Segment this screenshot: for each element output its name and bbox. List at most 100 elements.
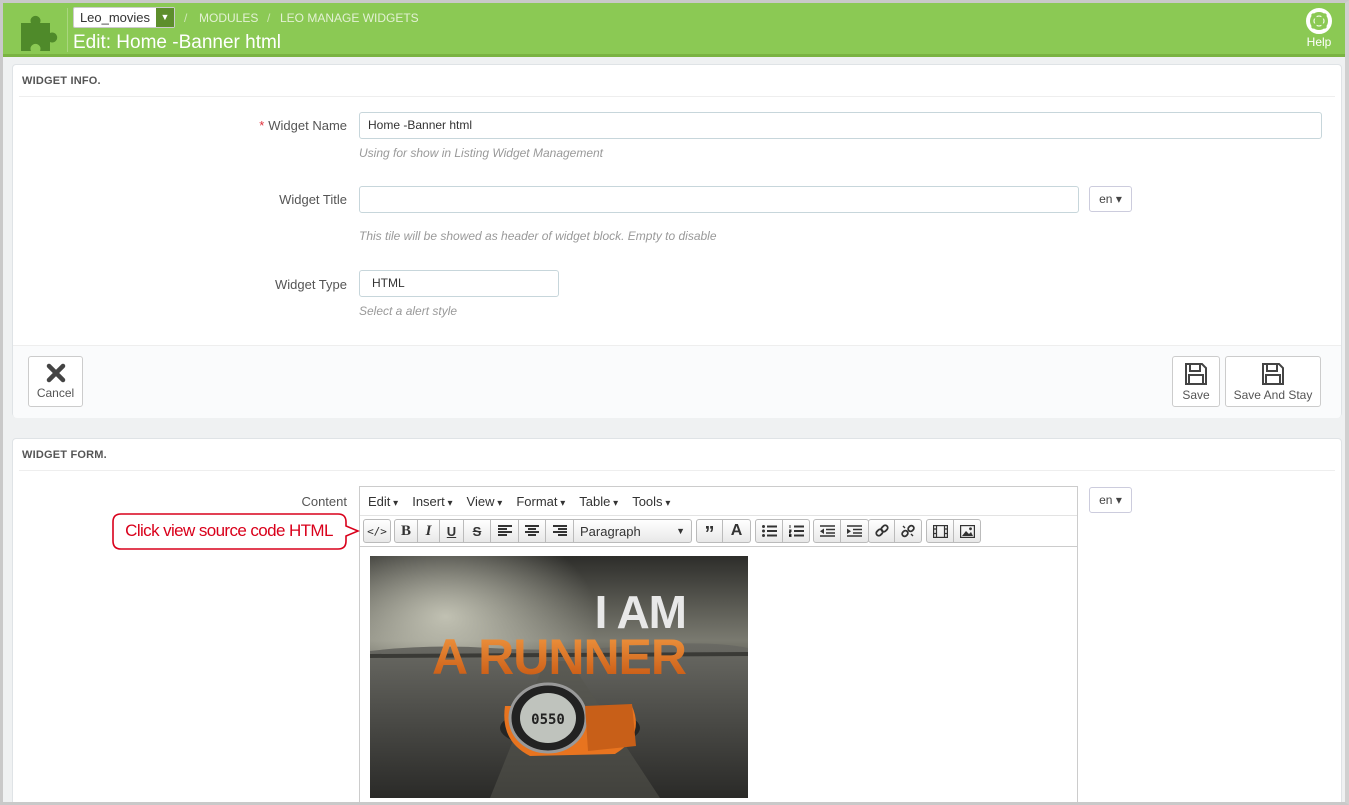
image-icon <box>959 524 975 538</box>
italic-icon: I <box>425 522 432 539</box>
text-color-button[interactable]: A <box>723 519 751 543</box>
widget-type-label: Widget Type <box>274 277 347 292</box>
cancel-button[interactable]: Cancel <box>28 356 83 407</box>
floppy-disk-icon <box>1262 363 1284 385</box>
content-label: Content <box>301 494 347 509</box>
bullet-list-icon <box>761 525 777 537</box>
panel-divider <box>19 470 1335 471</box>
page-title: Edit: Home -Banner html <box>73 32 282 53</box>
widget-title-label: Widget Title <box>279 192 347 207</box>
align-left-icon <box>497 525 512 536</box>
runner-banner-image: I AM A RUNNER 0550 <box>370 556 748 798</box>
shop-selector[interactable]: Leo_movies ▼ <box>73 7 175 28</box>
puzzle-piece-icon <box>21 15 58 51</box>
menu-edit[interactable]: Edit <box>368 494 398 509</box>
outdent-button[interactable] <box>813 519 841 543</box>
editor-toolbar: </> B I U S Paragraph ▼ ” A <box>360 516 1077 547</box>
widget-type-select[interactable]: HTML <box>359 270 559 297</box>
format-select[interactable]: Paragraph ▼ <box>574 519 692 543</box>
widget-form-panel: WIDGET FORM. Content en ▾ Edit Insert Vi… <box>12 438 1342 805</box>
shop-selector-label: Leo_movies <box>79 10 151 25</box>
align-center-icon <box>525 525 539 536</box>
italic-button[interactable]: I <box>418 519 440 543</box>
save-label: Save <box>1182 388 1210 402</box>
content-language-dropdown[interactable]: en ▾ <box>1089 487 1132 513</box>
save-button[interactable]: Save <box>1172 356 1220 407</box>
insert-image-button[interactable] <box>954 519 981 543</box>
unlink-button[interactable] <box>895 519 922 543</box>
close-icon <box>46 363 65 383</box>
menu-view[interactable]: View <box>467 494 503 509</box>
floppy-disk-icon <box>1185 363 1207 385</box>
breadcrumb-modules[interactable]: MODULES <box>199 11 258 25</box>
menu-table[interactable]: Table <box>579 494 618 509</box>
caret-down-icon: ▼ <box>156 8 174 27</box>
lifebuoy-icon <box>1306 8 1332 34</box>
editor-content-area[interactable]: I AM A RUNNER 0550 <box>360 548 1077 805</box>
caret-down-icon: ▾ <box>1115 192 1122 206</box>
bold-icon: B <box>400 522 411 539</box>
widget-info-panel: WIDGET INFO. * Widget Name Home -Banner h… <box>12 64 1342 418</box>
align-right-button[interactable] <box>546 519 574 543</box>
breadcrumb-leo-manage-widgets[interactable]: LEO MANAGE WIDGETS <box>280 11 419 25</box>
film-icon <box>932 524 948 538</box>
menu-tools[interactable]: Tools <box>632 494 670 509</box>
editor-menubar: Edit Insert View Format Table Tools <box>360 487 1077 516</box>
bold-button[interactable]: B <box>394 519 418 543</box>
title-language-dropdown[interactable]: en ▾ <box>1089 186 1132 212</box>
help-button[interactable]: Help <box>1303 8 1335 49</box>
title-language-label: en <box>1099 192 1113 206</box>
align-left-button[interactable] <box>491 519 519 543</box>
align-center-button[interactable] <box>519 519 546 543</box>
callout-text: Click view source code HTML <box>125 521 333 540</box>
source-code-icon: </> <box>367 524 387 538</box>
underline-button[interactable]: U <box>440 519 464 543</box>
help-label: Help <box>1306 35 1332 49</box>
numbered-list-button[interactable] <box>783 519 810 543</box>
save-and-stay-label: Save And Stay <box>1233 388 1313 402</box>
required-mark: * <box>259 118 265 133</box>
insert-video-button[interactable] <box>926 519 954 543</box>
bullet-list-button[interactable] <box>755 519 783 543</box>
banner-text-line2: A RUNNER <box>432 629 687 685</box>
caret-down-icon: ▼ <box>676 526 685 536</box>
save-and-stay-button[interactable]: Save And Stay <box>1225 356 1321 407</box>
source-code-callout: Click view source code HTML <box>112 513 360 550</box>
widget-name-input[interactable]: Home -Banner html <box>359 112 1322 139</box>
link-icon <box>874 524 889 537</box>
breadcrumb-separator: / <box>267 11 271 25</box>
widget-info-footer: Cancel Save Save And Stay <box>13 345 1341 418</box>
watch-display: 0550 <box>531 712 565 728</box>
menu-insert[interactable]: Insert <box>412 494 452 509</box>
content-language-label: en <box>1099 493 1113 507</box>
strikethrough-button[interactable]: S <box>464 519 491 543</box>
widget-name-label: * Widget Name <box>259 118 347 133</box>
widget-info-heading: WIDGET INFO. <box>22 75 101 87</box>
underline-icon: U <box>446 523 457 539</box>
widget-title-input[interactable] <box>359 186 1079 213</box>
strikethrough-icon: S <box>472 523 482 539</box>
cancel-label: Cancel <box>36 386 75 400</box>
outdent-icon <box>819 525 835 537</box>
menu-format[interactable]: Format <box>516 494 565 509</box>
caret-down-icon: ▾ <box>1115 493 1122 507</box>
rich-text-editor: Edit Insert View Format Table Tools </> … <box>359 486 1078 805</box>
align-right-icon <box>552 525 567 536</box>
insert-link-button[interactable] <box>868 519 895 543</box>
header-separator <box>67 8 68 52</box>
quote-icon: ” <box>704 523 715 545</box>
widget-name-help: Using for show in Listing Widget Managem… <box>359 146 604 160</box>
blockquote-button[interactable]: ” <box>696 519 723 545</box>
widget-form-heading: WIDGET FORM. <box>22 449 107 461</box>
source-code-button[interactable]: </> <box>363 519 391 543</box>
text-color-icon: A <box>730 522 743 539</box>
widget-name-label-text: Widget Name <box>268 118 347 133</box>
widget-type-help: Select a alert style <box>359 304 458 318</box>
panel-divider <box>19 96 1335 97</box>
format-select-label: Paragraph <box>580 523 641 539</box>
indent-icon <box>847 525 862 537</box>
widget-title-help: This tile will be showed as header of wi… <box>359 229 717 243</box>
page-header: Leo_movies ▼ / MODULES / LEO MANAGE WIDG… <box>3 3 1345 57</box>
unlink-icon <box>901 524 915 538</box>
indent-button[interactable] <box>841 519 869 543</box>
